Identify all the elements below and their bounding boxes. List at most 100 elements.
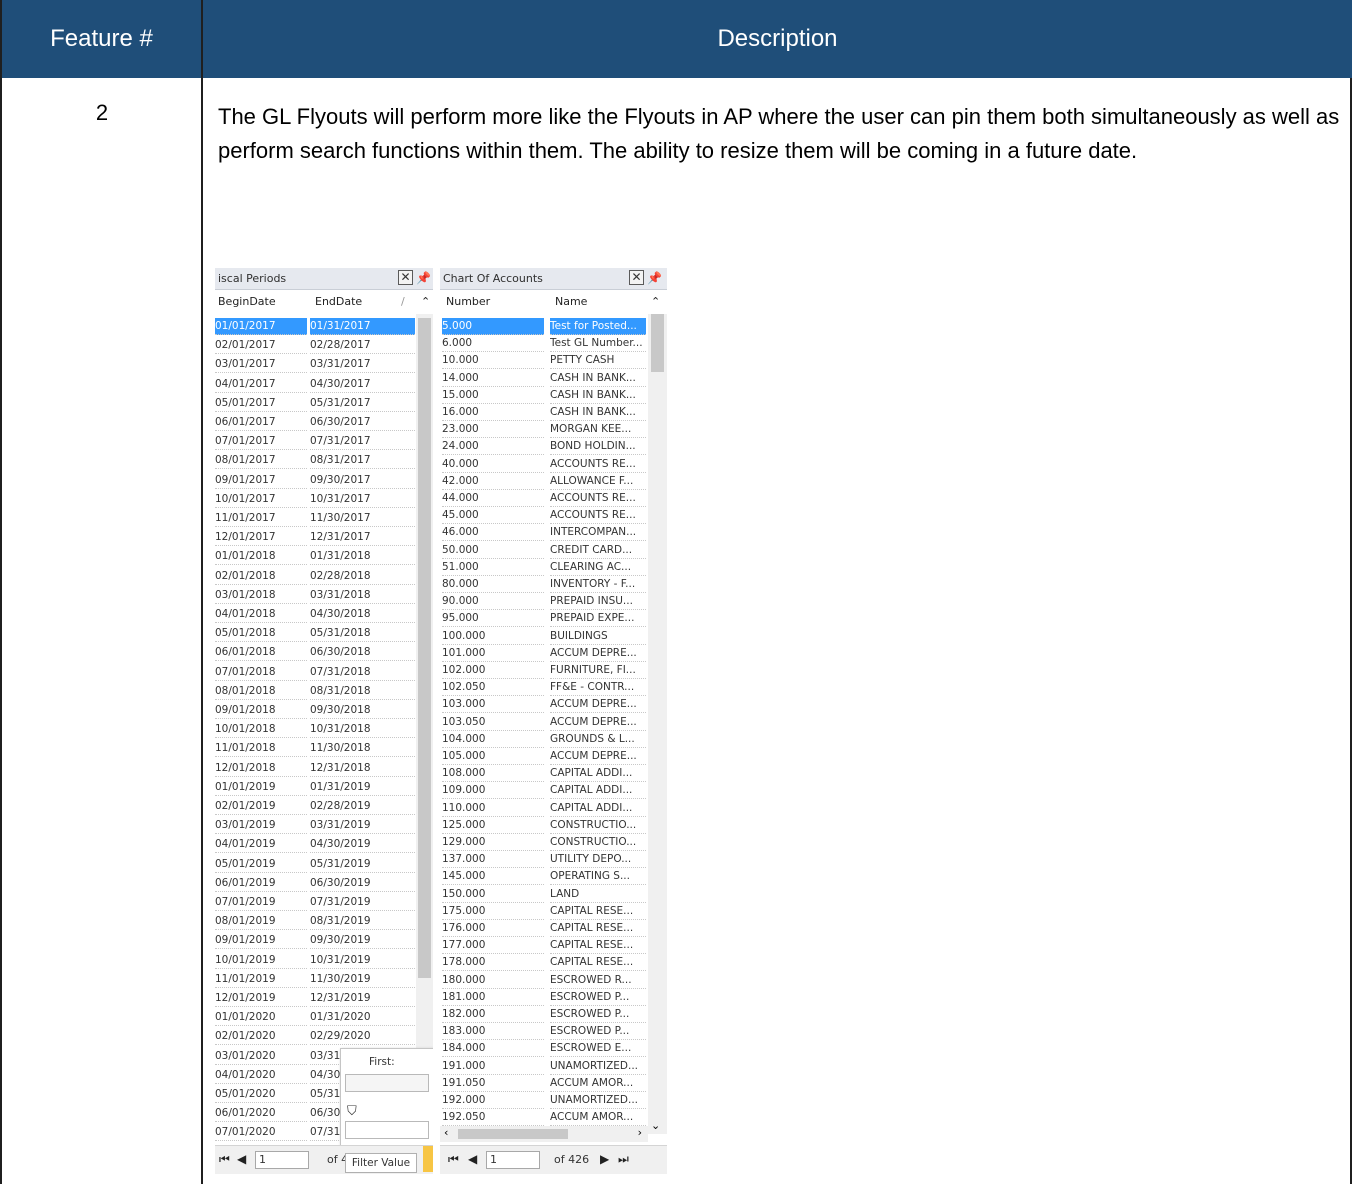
grid-cell-first-col[interactable]: 05/01/2017 [215,395,307,412]
grid-cell-second-col[interactable]: OPERATING S... [550,868,646,886]
chart-of-accounts-vscrollbar[interactable]: ⌄ [648,314,667,1134]
grid-cell-first-col[interactable]: 177.000 [442,937,544,955]
column-header-enddate[interactable]: EndDate [315,295,362,314]
grid-cell-second-col[interactable]: GROUNDS & L... [550,731,646,748]
grid-cell-first-col[interactable]: 10.000 [442,352,544,370]
grid-cell-first-col[interactable]: 08/01/2019 [215,913,307,931]
grid-cell-first-col[interactable]: 24.000 [442,438,544,456]
grid-cell-first-col[interactable]: 103.000 [442,696,544,714]
grid-cell-first-col[interactable]: 192.050 [442,1109,544,1127]
grid-cell-second-col[interactable]: CONSTRUCTIO... [550,834,646,851]
grid-cell-second-col[interactable]: 01/31/2018 [310,548,415,566]
grid-cell-second-col[interactable]: 09/30/2017 [310,472,415,489]
grid-cell-second-col[interactable]: MORGAN KEE... [550,421,646,439]
grid-cell-second-col[interactable]: CASH IN BANK... [550,370,646,387]
grid-cell-second-col[interactable]: CONSTRUCTIO... [550,817,646,834]
grid-cell-first-col[interactable]: 191.050 [442,1075,544,1092]
grid-cell-first-col[interactable]: 42.000 [442,473,544,490]
grid-cell-first-col[interactable]: 184.000 [442,1040,544,1058]
grid-cell-second-col[interactable]: 07/31/2018 [310,664,415,681]
scroll-up-icon[interactable]: ⌃ [421,295,430,314]
grid-cell-second-col[interactable]: 04/30/2017 [310,376,415,393]
grid-cell-first-col[interactable]: 191.000 [442,1058,544,1075]
grid-cell-second-col[interactable]: 01/31/2017 [310,318,415,335]
grid-cell-first-col[interactable]: 05/01/2019 [215,856,307,873]
grid-cell-first-col[interactable]: 102.000 [442,662,544,679]
grid-cell-first-col[interactable]: 03/01/2020 [215,1048,307,1065]
grid-cell-first-col[interactable]: 104.000 [442,731,544,748]
grid-cell-first-col[interactable]: 108.000 [442,765,544,783]
grid-cell-second-col[interactable]: ACCUM DEPRE... [550,696,646,714]
grid-cell-second-col[interactable]: UNAMORTIZED... [550,1058,646,1075]
grid-cell-second-col[interactable]: CAPITAL ADDI... [550,800,646,817]
grid-cell-first-col[interactable]: 192.000 [442,1092,544,1109]
grid-cell-second-col[interactable]: CREDIT CARD... [550,542,646,559]
grid-cell-second-col[interactable]: ACCUM AMOR... [550,1109,646,1127]
grid-cell-first-col[interactable]: 180.000 [442,972,544,989]
grid-cell-first-col[interactable]: 15.000 [442,387,544,404]
filter-value-input[interactable] [345,1121,429,1139]
grid-cell-second-col[interactable]: ACCOUNTS RE... [550,456,646,473]
grid-cell-first-col[interactable]: 12/01/2018 [215,760,307,777]
grid-cell-second-col[interactable]: 12/31/2019 [310,990,415,1007]
grid-cell-first-col[interactable]: 06/01/2020 [215,1105,307,1123]
grid-cell-first-col[interactable]: 07/01/2018 [215,664,307,681]
grid-cell-second-col[interactable]: 12/31/2017 [310,529,415,547]
grid-cell-first-col[interactable]: 103.050 [442,714,544,731]
grid-cell-second-col[interactable]: PREPAID INSU... [550,593,646,611]
scroll-left-icon[interactable]: ‹ [444,1126,448,1139]
grid-cell-first-col[interactable]: 50.000 [442,542,544,559]
grid-cell-first-col[interactable]: 02/01/2017 [215,337,307,355]
pin-icon[interactable]: 📌 [647,271,662,286]
scroll-down-icon[interactable]: ⌄ [651,1119,660,1132]
grid-cell-first-col[interactable]: 02/01/2019 [215,798,307,815]
grid-cell-second-col[interactable]: 06/30/2019 [310,875,415,892]
grid-cell-first-col[interactable]: 44.000 [442,490,544,507]
grid-cell-second-col[interactable]: 04/30/2019 [310,836,415,854]
filter-toggle-button[interactable] [423,1146,433,1172]
grid-cell-second-col[interactable]: 03/31/2018 [310,587,415,604]
grid-cell-first-col[interactable]: 10/01/2018 [215,721,307,739]
grid-cell-first-col[interactable]: 181.000 [442,989,544,1006]
grid-cell-first-col[interactable]: 08/01/2018 [215,683,307,700]
grid-cell-first-col[interactable]: 182.000 [442,1006,544,1023]
grid-cell-second-col[interactable]: Test for Posted... [550,318,646,335]
grid-cell-second-col[interactable]: 09/30/2018 [310,702,415,719]
grid-cell-first-col[interactable]: 12/01/2019 [215,990,307,1007]
grid-cell-second-col[interactable]: ESCROWED E... [550,1040,646,1058]
grid-cell-first-col[interactable]: 11/01/2019 [215,971,307,988]
column-header-begindate[interactable]: BeginDate [218,295,276,314]
grid-cell-first-col[interactable]: 06/01/2019 [215,875,307,892]
grid-cell-first-col[interactable]: 03/01/2018 [215,587,307,604]
grid-cell-first-col[interactable]: 05/01/2020 [215,1086,307,1103]
grid-cell-second-col[interactable]: 07/31/2017 [310,433,415,451]
grid-cell-second-col[interactable]: 02/28/2017 [310,337,415,355]
grid-cell-first-col[interactable]: 09/01/2018 [215,702,307,719]
grid-cell-first-col[interactable]: 110.000 [442,800,544,817]
close-icon[interactable]: ✕ [629,270,644,285]
grid-cell-second-col[interactable]: 07/31/2019 [310,894,415,911]
grid-cell-first-col[interactable]: 125.000 [442,817,544,834]
grid-cell-first-col[interactable]: 09/01/2019 [215,932,307,950]
grid-cell-first-col[interactable]: 06/01/2018 [215,644,307,662]
grid-cell-first-col[interactable]: 129.000 [442,834,544,851]
grid-cell-second-col[interactable]: UTILITY DEPO... [550,851,646,869]
grid-cell-first-col[interactable]: 03/01/2019 [215,817,307,835]
grid-cell-first-col[interactable]: 6.000 [442,335,544,353]
grid-cell-first-col[interactable]: 183.000 [442,1023,544,1041]
grid-cell-first-col[interactable]: 04/01/2017 [215,376,307,393]
grid-cell-first-col[interactable]: 145.000 [442,868,544,886]
grid-cell-second-col[interactable]: CAPITAL RESE... [550,954,646,972]
grid-cell-first-col[interactable]: 04/01/2018 [215,606,307,623]
grid-cell-second-col[interactable]: 01/31/2019 [310,779,415,796]
next-page-icon[interactable]: ▶ [600,1152,609,1166]
grid-cell-first-col[interactable]: 101.000 [442,645,544,662]
grid-cell-second-col[interactable]: 02/28/2018 [310,568,415,585]
funnel-icon[interactable]: ⛉ [347,1104,357,1119]
grid-cell-second-col[interactable]: 09/30/2019 [310,932,415,950]
grid-cell-first-col[interactable]: 80.000 [442,576,544,593]
grid-cell-first-col[interactable]: 10/01/2019 [215,952,307,969]
grid-cell-second-col[interactable]: CAPITAL RESE... [550,903,646,920]
grid-cell-first-col[interactable]: 02/01/2020 [215,1028,307,1046]
grid-cell-first-col[interactable]: 14.000 [442,370,544,387]
